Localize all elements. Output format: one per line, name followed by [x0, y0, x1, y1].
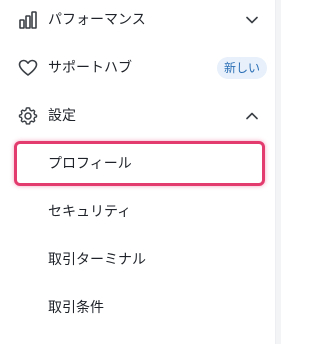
bar-chart-icon [19, 11, 37, 29]
sidebar-item-settings[interactable]: 設定 [0, 96, 275, 136]
sidebar-item-label: サポートハブ [48, 60, 132, 76]
sidebar-item-performance[interactable]: パフォーマンス [0, 0, 275, 40]
sidebar-subitem-label: セキュリティ [48, 204, 132, 220]
chevron-down-icon[interactable] [243, 11, 261, 29]
heart-icon [18, 59, 38, 76]
highlight-annotation [14, 141, 265, 186]
chevron-up-icon[interactable] [243, 107, 261, 125]
sidebar-item-support-hub[interactable]: サポートハブ 新しい [0, 48, 275, 88]
sidebar-subitem-label: 取引条件 [48, 300, 104, 316]
sidebar-subitem-trading-terminal[interactable]: 取引ターミナル [0, 240, 275, 280]
sidebar-item-label: パフォーマンス [48, 12, 146, 28]
new-badge: 新しい [217, 57, 268, 79]
sidebar-subitem-trading-conditions[interactable]: 取引条件 [0, 288, 275, 328]
scrollbar[interactable] [275, 0, 281, 344]
sidebar-subitem-label: 取引ターミナル [48, 252, 146, 268]
sidebar-nav: パフォーマンス サポートハブ 新しい 設定 プロフィール セキュリティ 取引ター… [0, 0, 275, 344]
sidebar-item-label: 設定 [48, 108, 76, 124]
sidebar-subitem-security[interactable]: セキュリティ [0, 192, 275, 232]
gear-icon [18, 107, 38, 125]
